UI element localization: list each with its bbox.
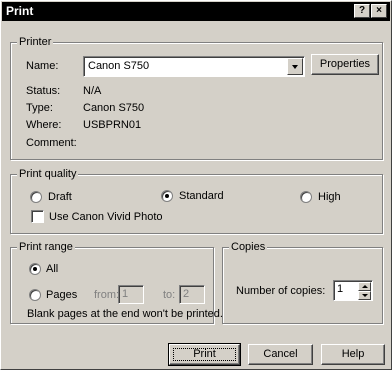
printer-group: Printer Name: Canon S750 Properties Stat… bbox=[10, 36, 383, 160]
print-button[interactable]: Print bbox=[168, 343, 241, 366]
pages-radio[interactable] bbox=[29, 289, 41, 301]
high-label: High bbox=[318, 191, 341, 203]
print-range-group: Print range All Pages from: 1 to: 2 Blan… bbox=[10, 241, 223, 324]
blank-pages-note: Blank pages at the end won't be printed. bbox=[27, 308, 223, 320]
cancel-button[interactable]: Cancel bbox=[248, 344, 313, 365]
pages-label: Pages bbox=[46, 289, 78, 301]
properties-button[interactable]: Properties bbox=[311, 54, 379, 75]
copies-value: 1 bbox=[337, 283, 344, 295]
help-title-button[interactable]: ? bbox=[354, 4, 370, 18]
copies-group-label: Copies bbox=[229, 241, 268, 253]
vivid-photo-label: Use Canon Vivid Photo bbox=[49, 211, 163, 223]
to-page-value: 2 bbox=[183, 288, 190, 300]
type-label: Type: bbox=[26, 102, 53, 114]
printer-group-label: Printer bbox=[17, 36, 54, 48]
where-value: USBPRN01 bbox=[83, 119, 142, 131]
status-label: Status: bbox=[26, 85, 61, 97]
name-label: Name: bbox=[26, 60, 59, 72]
close-button[interactable]: × bbox=[371, 4, 387, 18]
print-dialog: Print ? × Printer Name: Canon S750 Prope… bbox=[0, 0, 392, 370]
draft-label: Draft bbox=[48, 191, 72, 203]
print-quality-group-label: Print quality bbox=[17, 168, 79, 180]
to-page-input[interactable]: 2 bbox=[179, 285, 205, 304]
chevron-down-icon[interactable] bbox=[287, 58, 303, 75]
properties-label: Properties bbox=[319, 58, 371, 70]
all-label: All bbox=[46, 263, 59, 275]
printer-name-value: Canon S750 bbox=[88, 60, 150, 72]
printer-name-select[interactable]: Canon S750 bbox=[83, 56, 305, 77]
from-label: from: bbox=[94, 289, 120, 301]
copies-spinner[interactable]: 1 bbox=[333, 280, 373, 301]
help-icon: ? bbox=[358, 5, 366, 16]
draft-radio[interactable] bbox=[30, 191, 42, 203]
close-icon: × bbox=[376, 5, 382, 16]
spin-up-icon[interactable] bbox=[358, 282, 371, 291]
copies-group: Copies Number of copies: 1 bbox=[222, 241, 383, 324]
window-title: Print bbox=[6, 4, 34, 18]
where-label: Where: bbox=[26, 119, 62, 131]
help-button[interactable]: Help bbox=[321, 344, 385, 365]
vivid-photo-checkbox[interactable] bbox=[31, 210, 44, 223]
to-label: to: bbox=[163, 289, 176, 301]
from-page-input[interactable]: 1 bbox=[118, 285, 144, 304]
type-value: Canon S750 bbox=[83, 102, 145, 114]
cancel-button-label: Cancel bbox=[263, 348, 298, 360]
standard-radio[interactable] bbox=[161, 190, 173, 202]
high-radio[interactable] bbox=[300, 191, 312, 203]
status-value: N/A bbox=[83, 85, 102, 97]
print-range-group-label: Print range bbox=[17, 241, 75, 253]
comment-label: Comment: bbox=[26, 137, 77, 149]
standard-label: Standard bbox=[179, 190, 224, 202]
spin-down-icon[interactable] bbox=[358, 291, 371, 300]
number-of-copies-label: Number of copies: bbox=[236, 285, 326, 297]
title-bar: Print ? × bbox=[2, 2, 390, 21]
print-quality-group: Print quality Draft Standard High Use Ca… bbox=[10, 168, 383, 234]
from-page-value: 1 bbox=[122, 288, 129, 300]
all-radio[interactable] bbox=[29, 263, 41, 275]
help-button-label: Help bbox=[341, 348, 365, 360]
